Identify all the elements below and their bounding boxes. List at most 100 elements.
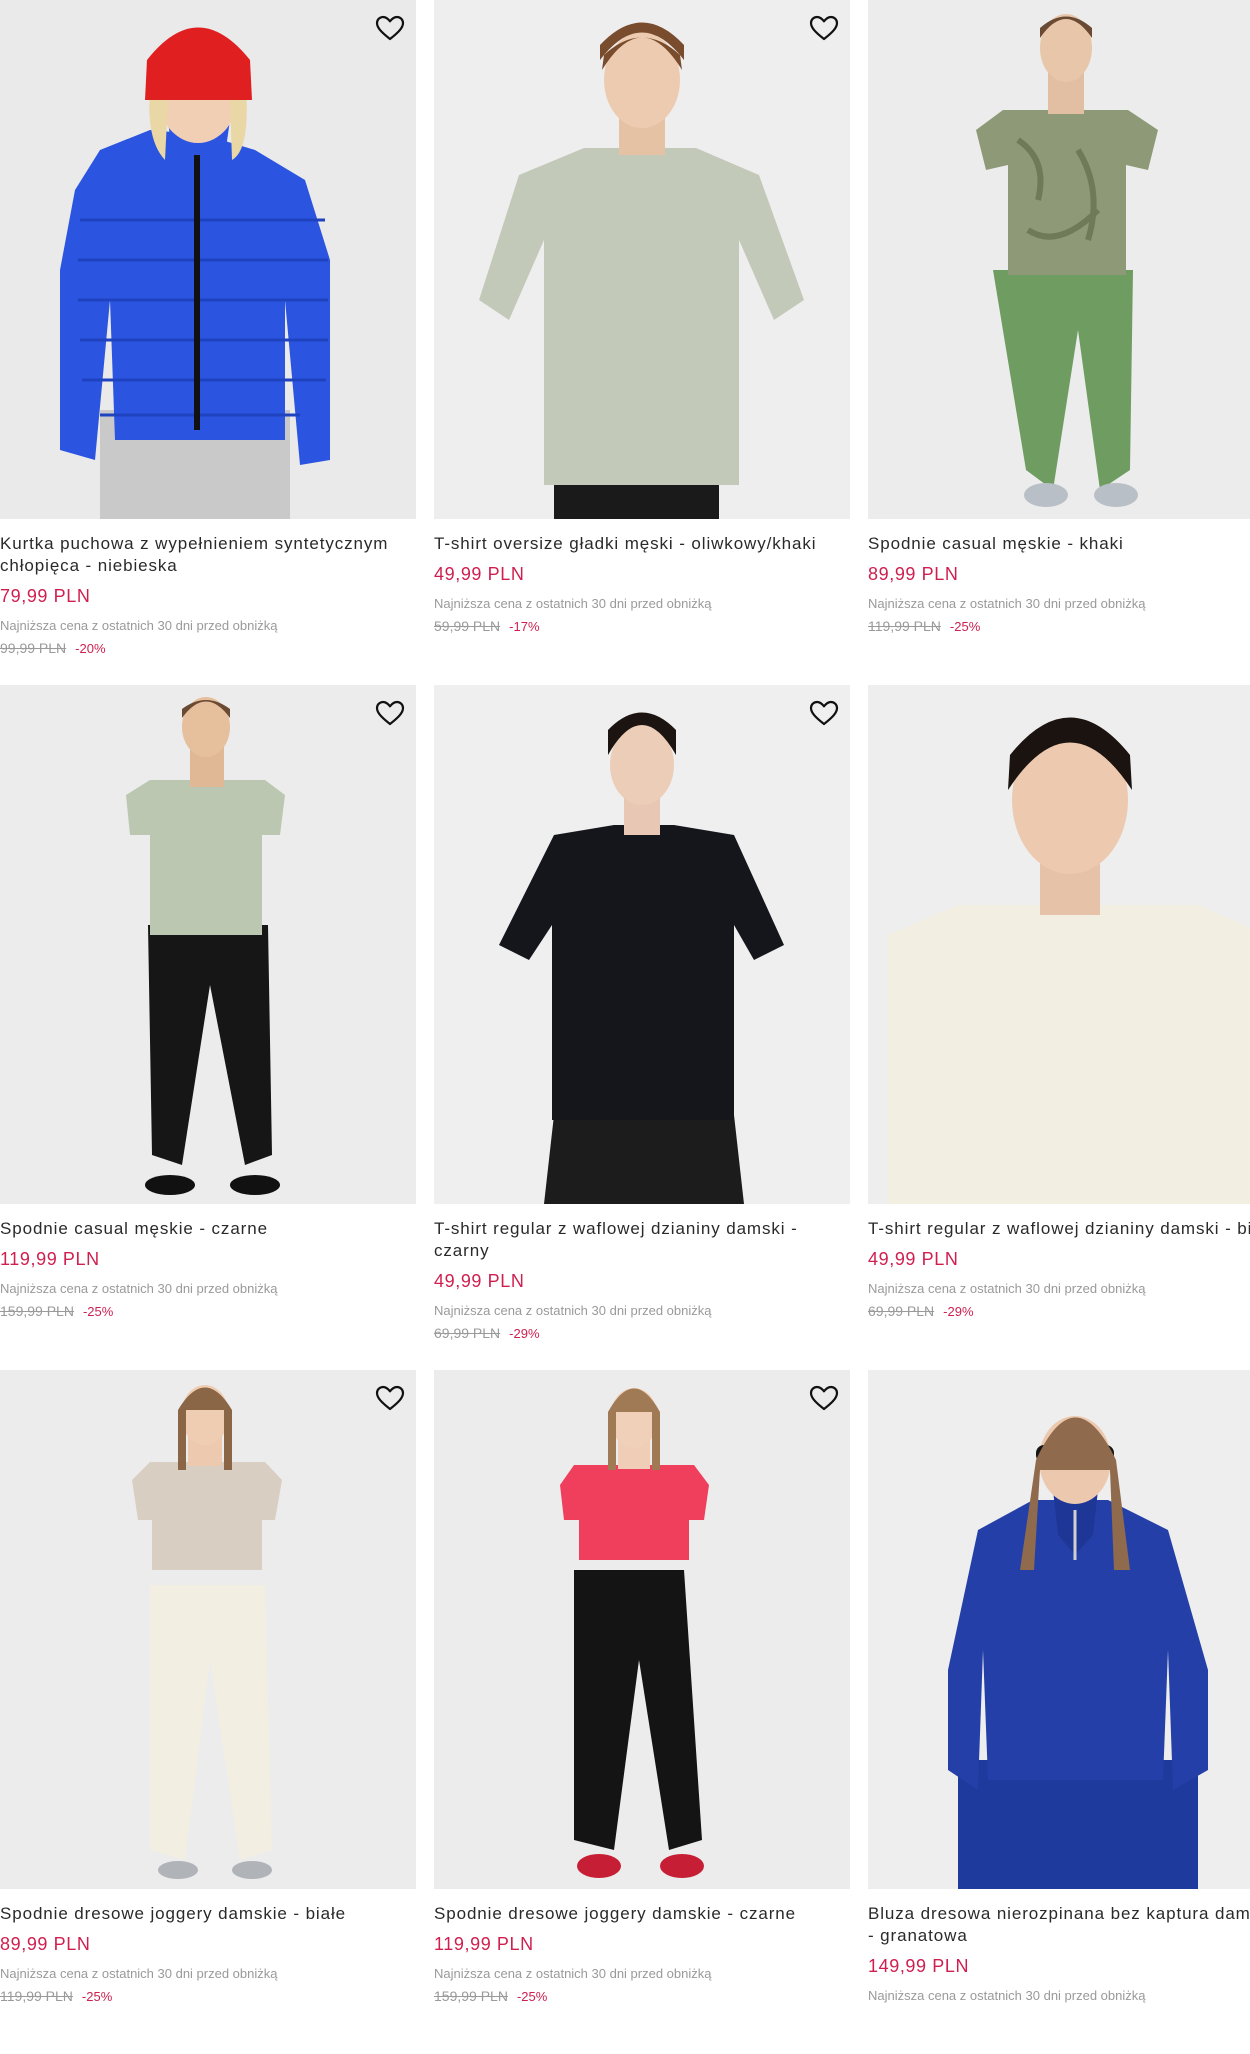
wishlist-button[interactable] — [372, 695, 408, 731]
wishlist-button[interactable] — [372, 10, 408, 46]
product-card[interactable]: Kurtka puchowa z wypełnieniem syntetyczn… — [0, 0, 416, 684]
product-image[interactable] — [0, 1370, 416, 1889]
heart-outline-icon — [375, 15, 405, 41]
heart-outline-icon — [809, 15, 839, 41]
product-image[interactable] — [434, 685, 850, 1204]
product-info: Spodnie dresowe joggery damskie - czarne… — [434, 1903, 850, 2006]
product-photo — [434, 0, 850, 519]
discount-badge: -29% — [943, 1304, 974, 1319]
product-photo — [868, 1370, 1250, 1889]
product-grid: Kurtka puchowa z wypełnieniem syntetyczn… — [0, 0, 1250, 2014]
product-photo — [434, 1370, 850, 1889]
product-info: T-shirt regular z waflowej dzianiny dams… — [434, 1218, 850, 1343]
product-photo — [868, 685, 1250, 1204]
discount-badge: -25% — [949, 619, 981, 634]
old-price: 119,99 PLN — [868, 618, 941, 634]
product-name[interactable]: Spodnie casual męskie - khaki — [868, 533, 1250, 555]
product-name[interactable]: Spodnie dresowe joggery damskie - czarne — [434, 1903, 850, 1925]
wishlist-button[interactable] — [806, 695, 842, 731]
discount-badge: -25% — [82, 1304, 114, 1319]
product-price: 89,99 PLN — [0, 1934, 91, 1954]
product-photo — [0, 1370, 416, 1889]
product-price: 79,99 PLN — [0, 586, 91, 606]
product-image[interactable] — [0, 685, 416, 1204]
lowest-price-note: Najniższa cena z ostatnich 30 dni przed … — [0, 618, 278, 633]
product-image[interactable] — [434, 0, 850, 519]
product-card[interactable]: Spodnie dresowe joggery damskie - białe … — [0, 1370, 416, 2054]
product-info: Spodnie dresowe joggery damskie - białe … — [0, 1903, 416, 2006]
product-name[interactable]: Bluza dresowa nierozpinana bez kaptura d… — [868, 1903, 1250, 1947]
product-info: Bluza dresowa nierozpinana bez kaptura d… — [868, 1903, 1250, 2004]
product-card[interactable]: Bluza dresowa nierozpinana bez kaptura d… — [868, 1370, 1250, 2054]
old-price: 59,99 PLN — [434, 618, 501, 634]
lowest-price-note: Najniższa cena z ostatnich 30 dni przed … — [0, 1281, 278, 1296]
old-price-row: 59,99 PLN -17% — [434, 617, 850, 636]
product-card[interactable]: Spodnie dresowe joggery damskie - czarne… — [434, 1370, 850, 2054]
old-price-row: 159,99 PLN -25% — [0, 1302, 416, 1321]
product-photo — [434, 685, 850, 1204]
product-name[interactable]: T-shirt regular z waflowej dzianiny dams… — [868, 1218, 1250, 1240]
product-price: 49,99 PLN — [868, 1249, 959, 1269]
product-name[interactable]: T-shirt regular z waflowej dzianiny dams… — [434, 1218, 850, 1262]
old-price-row: 119,99 PLN -25% — [868, 617, 1250, 636]
lowest-price-note: Najniższa cena z ostatnich 30 dni przed … — [0, 1966, 278, 1981]
product-card[interactable]: T-shirt regular z waflowej dzianiny dams… — [868, 685, 1250, 1369]
product-name[interactable]: T-shirt oversize gładki męski - oliwkowy… — [434, 533, 850, 555]
old-price-row: 69,99 PLN -29% — [434, 1324, 850, 1343]
product-image[interactable] — [434, 1370, 850, 1889]
heart-outline-icon — [375, 700, 405, 726]
product-info: Spodnie casual męskie - khaki 89,99 PLN … — [868, 533, 1250, 636]
lowest-price-note: Najniższa cena z ostatnich 30 dni przed … — [434, 596, 712, 611]
product-info: Spodnie casual męskie - czarne 119,99 PL… — [0, 1218, 416, 1321]
old-price: 119,99 PLN — [0, 1988, 73, 2004]
product-image[interactable] — [868, 0, 1250, 519]
product-card[interactable]: Spodnie casual męskie - czarne 119,99 PL… — [0, 685, 416, 1369]
product-card[interactable]: T-shirt oversize gładki męski - oliwkowy… — [434, 0, 850, 684]
product-card[interactable]: T-shirt regular z waflowej dzianiny dams… — [434, 685, 850, 1369]
product-photo — [0, 0, 416, 519]
product-info: T-shirt oversize gładki męski - oliwkowy… — [434, 533, 850, 636]
product-name[interactable]: Spodnie dresowe joggery damskie - białe — [0, 1903, 416, 1925]
discount-badge: -20% — [75, 641, 106, 656]
discount-badge: -17% — [509, 619, 540, 634]
wishlist-button[interactable] — [806, 10, 842, 46]
product-price: 119,99 PLN — [0, 1249, 100, 1269]
old-price: 69,99 PLN — [868, 1303, 935, 1319]
discount-badge: -29% — [509, 1326, 540, 1341]
old-price-row: 119,99 PLN -25% — [0, 1987, 416, 2006]
old-price: 99,99 PLN — [0, 640, 67, 656]
product-info: Kurtka puchowa z wypełnieniem syntetyczn… — [0, 533, 416, 658]
product-price: 89,99 PLN — [868, 564, 959, 584]
lowest-price-note: Najniższa cena z ostatnich 30 dni przed … — [434, 1303, 712, 1318]
product-price: 49,99 PLN — [434, 1271, 525, 1291]
product-image[interactable] — [0, 0, 416, 519]
heart-outline-icon — [375, 1385, 405, 1411]
wishlist-button[interactable] — [806, 1380, 842, 1416]
product-photo — [868, 0, 1250, 519]
product-name[interactable]: Spodnie casual męskie - czarne — [0, 1218, 416, 1240]
old-price: 69,99 PLN — [434, 1325, 501, 1341]
heart-outline-icon — [809, 1385, 839, 1411]
old-price-row: 159,99 PLN -25% — [434, 1987, 850, 2006]
product-image[interactable] — [868, 1370, 1250, 1889]
discount-badge: -25% — [516, 1989, 548, 2004]
product-price: 119,99 PLN — [434, 1934, 534, 1954]
product-image[interactable] — [868, 685, 1250, 1204]
product-name[interactable]: Kurtka puchowa z wypełnieniem syntetyczn… — [0, 533, 416, 577]
lowest-price-note: Najniższa cena z ostatnich 30 dni przed … — [868, 1988, 1146, 2003]
lowest-price-note: Najniższa cena z ostatnich 30 dni przed … — [434, 1966, 712, 1981]
old-price-row: 69,99 PLN -29% — [868, 1302, 1250, 1321]
product-photo — [0, 685, 416, 1204]
old-price: 159,99 PLN — [0, 1303, 74, 1319]
lowest-price-note: Najniższa cena z ostatnich 30 dni przed … — [868, 596, 1146, 611]
lowest-price-note: Najniższa cena z ostatnich 30 dni przed … — [868, 1281, 1146, 1296]
discount-badge: -25% — [81, 1989, 113, 2004]
product-price: 49,99 PLN — [434, 564, 525, 584]
old-price-row: 99,99 PLN -20% — [0, 639, 416, 658]
product-price: 149,99 PLN — [868, 1956, 970, 1976]
product-card[interactable]: Spodnie casual męskie - khaki 89,99 PLN … — [868, 0, 1250, 684]
product-info: T-shirt regular z waflowej dzianiny dams… — [868, 1218, 1250, 1321]
old-price: 159,99 PLN — [434, 1988, 508, 2004]
wishlist-button[interactable] — [372, 1380, 408, 1416]
heart-outline-icon — [809, 700, 839, 726]
